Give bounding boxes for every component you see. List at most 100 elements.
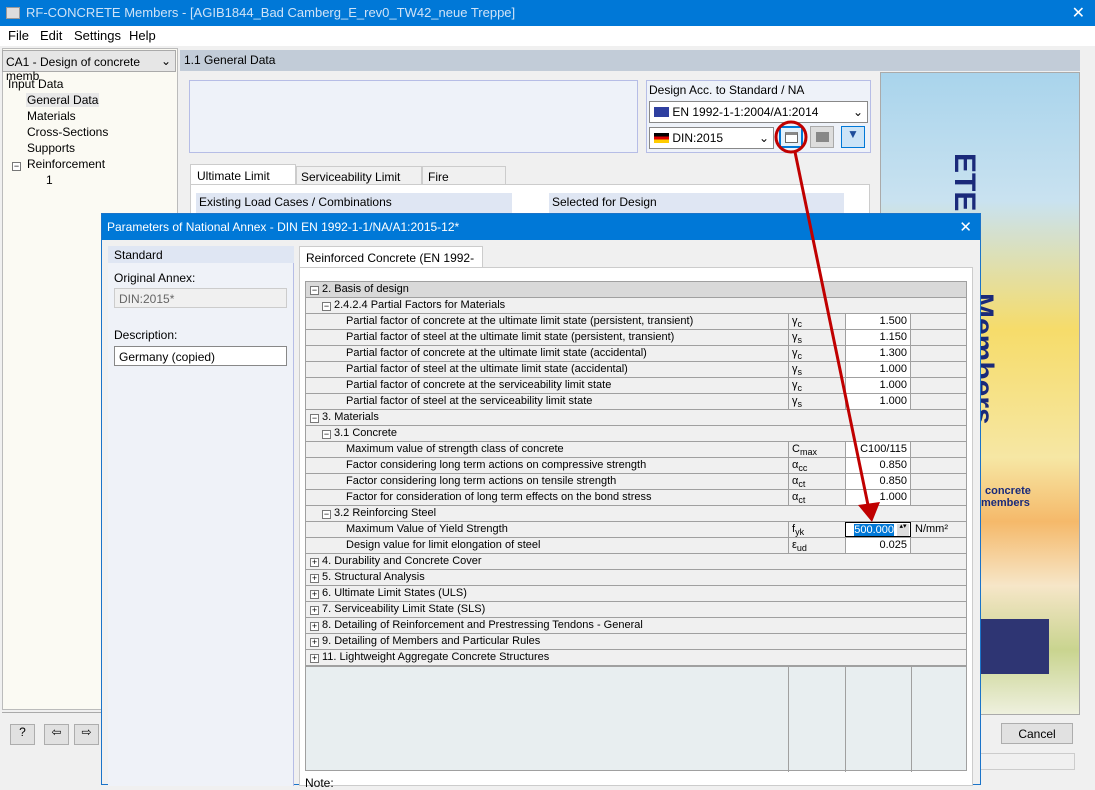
- value-input[interactable]: 1.000: [845, 490, 911, 505]
- value-input[interactable]: 1.000: [845, 378, 911, 393]
- section-row[interactable]: −3. Materials: [306, 410, 966, 426]
- label-cell: +7. Serviceability Limit State (SLS): [310, 602, 780, 617]
- tab-reinforced-concrete[interactable]: Reinforced Concrete (EN 1992-1-1): [299, 246, 483, 268]
- section-row[interactable]: +9. Detailing of Members and Particular …: [306, 634, 966, 650]
- banner-tagline-1: concrete: [985, 485, 1031, 497]
- banner-text-top: ETE: [947, 153, 981, 211]
- dlubal-logo: [981, 619, 1049, 674]
- tree-item-cross-sections[interactable]: Cross-Sections: [27, 125, 108, 139]
- tree-item-reinforcement-1[interactable]: 1: [46, 173, 53, 187]
- value-text: 1.150: [879, 331, 907, 343]
- standard-select[interactable]: EN 1992-1-1:2004/A1:2014 ⌄: [649, 101, 868, 123]
- collapse-icon[interactable]: −: [322, 302, 331, 311]
- section-row[interactable]: +4. Durability and Concrete Cover: [306, 554, 966, 570]
- expand-icon[interactable]: +: [310, 654, 319, 663]
- close-icon[interactable]: ✕: [1072, 3, 1085, 23]
- symbol-subscript: s: [798, 399, 803, 409]
- tree-expander[interactable]: −: [12, 157, 24, 171]
- section-row[interactable]: +6. Ultimate Limit States (ULS): [306, 586, 966, 602]
- menu-help[interactable]: Help: [129, 28, 156, 43]
- menu-settings[interactable]: Settings: [74, 28, 121, 43]
- row-label: Partial factor of steel at the ultimate …: [346, 363, 628, 375]
- expand-icon[interactable]: +: [310, 590, 319, 599]
- section-row[interactable]: −3.2 Reinforcing Steel: [306, 506, 966, 522]
- value-input[interactable]: 0.850: [845, 474, 911, 489]
- value-input[interactable]: 1.150: [845, 330, 911, 345]
- filter-button[interactable]: ▼: [841, 126, 865, 148]
- section-row[interactable]: +8. Detailing of Reinforcement and Prest…: [306, 618, 966, 634]
- row-label: 3. Materials: [322, 411, 379, 423]
- collapse-icon[interactable]: −: [310, 414, 319, 423]
- value-input[interactable]: 0.850: [845, 458, 911, 473]
- value-text: 0.850: [879, 459, 907, 471]
- value-input[interactable]: 1.500: [845, 314, 911, 329]
- tree-item-materials[interactable]: Materials: [27, 109, 76, 123]
- help-button[interactable]: ?: [10, 724, 35, 745]
- section-row[interactable]: −3.1 Concrete: [306, 426, 966, 442]
- label-cell: Partial factor of concrete at the ultima…: [346, 314, 816, 329]
- tree-item-general-data[interactable]: General Data: [26, 93, 99, 107]
- column-divider: [788, 667, 789, 772]
- description-input[interactable]: Germany (copied): [114, 346, 287, 366]
- next-button[interactable]: ⇨: [74, 724, 99, 745]
- collapse-icon[interactable]: −: [310, 286, 319, 295]
- expand-icon[interactable]: +: [310, 574, 319, 583]
- case-select[interactable]: CA1 - Design of concrete memb⌄: [2, 50, 176, 72]
- filter-icon: ▼: [847, 127, 859, 141]
- parameter-row: Partial factor of concrete at the ultima…: [306, 346, 966, 362]
- dialog-close-icon[interactable]: ✕: [959, 218, 972, 236]
- row-label: 2. Basis of design: [322, 283, 409, 295]
- cancel-button[interactable]: Cancel: [1001, 723, 1073, 744]
- standard-label: Design Acc. to Standard / NA: [649, 83, 804, 97]
- row-label: 5. Structural Analysis: [322, 571, 425, 583]
- row-label: 2.4.2.4 Partial Factors for Materials: [334, 299, 505, 311]
- section-row[interactable]: −2. Basis of design: [306, 282, 966, 298]
- previous-button[interactable]: ⇦: [44, 724, 69, 745]
- expand-icon[interactable]: +: [310, 638, 319, 647]
- menu-edit[interactable]: Edit: [40, 28, 62, 43]
- value-text: 1.500: [879, 315, 907, 327]
- value-input[interactable]: C100/115: [845, 442, 911, 457]
- symbol-subscript: yk: [795, 527, 804, 537]
- value-input[interactable]: ▴▾500.000: [845, 522, 911, 537]
- row-label: Factor considering long term actions on …: [346, 475, 616, 487]
- section-row[interactable]: +7. Serviceability Limit State (SLS): [306, 602, 966, 618]
- label-cell: −2.4.2.4 Partial Factors for Materials: [322, 298, 792, 313]
- expand-icon[interactable]: +: [310, 606, 319, 615]
- section-row[interactable]: +5. Structural Analysis: [306, 570, 966, 586]
- comment-box[interactable]: [189, 80, 638, 153]
- parameter-row: Maximum value of strength class of concr…: [306, 442, 966, 458]
- tree-item-reinforcement[interactable]: Reinforcement: [27, 157, 105, 171]
- collapse-icon[interactable]: −: [322, 510, 331, 519]
- tree-root[interactable]: Input Data: [8, 77, 63, 91]
- tree-item-supports[interactable]: Supports: [27, 141, 75, 155]
- selected-header: Selected for Design: [549, 193, 844, 213]
- tab-fire-resistance[interactable]: Fire Resistance: [422, 166, 506, 185]
- row-label: Partial factor of steel at the ultimate …: [346, 331, 674, 343]
- value-input[interactable]: 1.000: [845, 394, 911, 409]
- collapse-icon[interactable]: −: [322, 430, 331, 439]
- row-label: Maximum value of strength class of concr…: [346, 443, 564, 455]
- symbol-subscript: s: [798, 367, 803, 377]
- tab-serviceability-limit-state[interactable]: Serviceability Limit State: [296, 166, 422, 185]
- tab-content: −2. Basis of design−2.4.2.4 Partial Fact…: [299, 267, 973, 786]
- symbol-cell: Cmax: [788, 442, 845, 457]
- spinner-icon[interactable]: ▴▾: [897, 524, 909, 536]
- value-input[interactable]: 1.000: [845, 362, 911, 377]
- value-input[interactable]: 1.300: [845, 346, 911, 361]
- expand-icon[interactable]: +: [310, 558, 319, 567]
- national-annex-select[interactable]: DIN:2015 ⌄: [649, 127, 774, 149]
- symbol-subscript: c: [798, 383, 803, 393]
- edit-icon: [816, 132, 829, 142]
- menu-file[interactable]: File: [8, 28, 29, 43]
- edit-national-annex-button[interactable]: [810, 126, 834, 148]
- tab-ultimate-limit-state[interactable]: Ultimate Limit State: [190, 164, 296, 185]
- value-input[interactable]: 0.025: [845, 538, 911, 553]
- section-row[interactable]: +11. Lightweight Aggregate Concrete Stru…: [306, 650, 966, 666]
- label-cell: +6. Ultimate Limit States (ULS): [310, 586, 780, 601]
- national-annex-dialog: Parameters of National Annex - DIN EN 19…: [101, 213, 981, 785]
- section-row[interactable]: −2.4.2.4 Partial Factors for Materials: [306, 298, 966, 314]
- new-national-annex-button[interactable]: [779, 126, 803, 148]
- label-cell: Maximum Value of Yield Strength: [346, 522, 816, 537]
- expand-icon[interactable]: +: [310, 622, 319, 631]
